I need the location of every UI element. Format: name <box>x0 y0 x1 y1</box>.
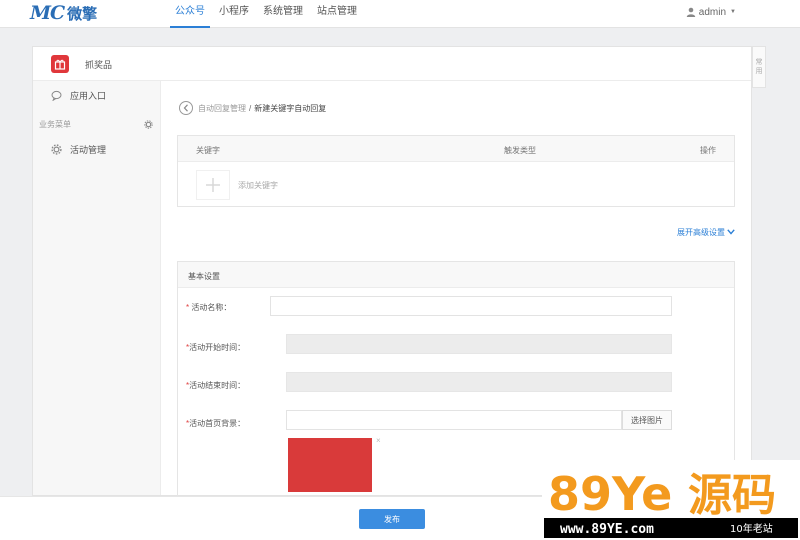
nav-site-management[interactable]: 站点管理 <box>312 0 362 28</box>
breadcrumb: 自动回复管理 / 新建关键字自动回复 <box>179 101 326 115</box>
sidebar-section-label: 业务菜单 <box>39 119 71 129</box>
app-icon <box>51 55 69 73</box>
watermark-logo: 89Ye 源码 www.89YE.com 10年老站 <box>542 460 800 540</box>
top-bar: MC 微擎 公众号 小程序 系统管理 站点管理 admin ▼ <box>0 0 800 28</box>
advanced-label: 展开高级设置 <box>677 227 725 237</box>
side-floating-tab[interactable]: 常用 <box>752 46 766 88</box>
start-time-label: *活动开始时间： <box>186 342 245 353</box>
start-time-input[interactable] <box>286 334 672 354</box>
basic-settings-title: 基本设置 <box>188 272 220 281</box>
end-time-label: *活动结束时间： <box>186 380 245 391</box>
keyword-table: 关键字 触发类型 操作 添加关键字 <box>177 135 735 207</box>
sidebar-item-activity-management[interactable]: 活动管理 <box>51 141 106 157</box>
breadcrumb-separator: / <box>249 103 252 113</box>
background-label: *活动首页背景： <box>186 418 245 429</box>
breadcrumb-current: 新建关键字自动回复 <box>254 103 327 113</box>
keyword-table-header: 关键字 触发类型 操作 <box>178 136 734 162</box>
publish-button[interactable]: 发布 <box>359 509 425 529</box>
chevron-left-icon <box>183 104 188 112</box>
background-label-text: 活动首页背景： <box>189 419 246 428</box>
main-panel: 抓奖品 应用入口 业务菜单 活动管理 自动回复管理 / 新建关键字自动回复 关键… <box>32 46 752 497</box>
start-time-label-text: 活动开始时间： <box>189 343 246 352</box>
required-mark: * <box>186 303 190 312</box>
user-menu[interactable]: admin ▼ <box>686 4 736 20</box>
remove-image-icon[interactable]: × <box>376 436 381 445</box>
logo[interactable]: MC 微擎 <box>30 2 97 24</box>
activity-name-input[interactable] <box>270 296 672 316</box>
app-header: 抓奖品 <box>33 47 751 81</box>
background-image-input[interactable] <box>286 410 622 430</box>
expand-advanced-settings[interactable]: 展开高级设置 <box>677 225 735 239</box>
add-keyword-button[interactable]: 添加关键字 <box>196 170 278 200</box>
back-button[interactable] <box>179 101 193 115</box>
add-keyword-label: 添加关键字 <box>238 180 278 190</box>
activity-name-label: * 活动名称： <box>186 302 231 313</box>
sidebar: 应用入口 业务菜单 活动管理 <box>33 81 161 495</box>
chat-bubble-icon <box>51 90 62 101</box>
watermark-slogan: 10年老站 <box>730 522 773 535</box>
watermark-url: www.89YE.com <box>560 522 654 537</box>
nav-system-management[interactable]: 系统管理 <box>258 0 308 28</box>
nav-official-account[interactable]: 公众号 <box>170 0 210 28</box>
sidebar-item-label: 活动管理 <box>70 144 107 155</box>
sidebar-section-business-menu: 业务菜单 <box>39 117 153 131</box>
gear-icon <box>51 143 62 155</box>
main-nav: 公众号 小程序 系统管理 站点管理 <box>170 0 366 28</box>
end-time-label-text: 活动结束时间： <box>189 381 246 390</box>
content-area: 自动回复管理 / 新建关键字自动回复 关键字 触发类型 操作 添加关键字 展开高… <box>161 81 751 497</box>
column-trigger-type: 触发类型 <box>504 146 536 155</box>
nav-mini-program[interactable]: 小程序 <box>214 0 254 28</box>
gift-icon <box>54 59 66 70</box>
sidebar-app-entry[interactable]: 应用入口 <box>51 87 106 103</box>
background-preview-image <box>288 438 372 492</box>
chevron-down-icon <box>727 229 735 235</box>
sidebar-app-entry-label: 应用入口 <box>70 90 107 101</box>
plus-box <box>196 170 230 200</box>
app-name: 抓奖品 <box>85 60 113 70</box>
basic-settings-header: 基本设置 <box>178 262 734 288</box>
watermark-brand-cn: 源码 <box>688 470 776 521</box>
user-icon <box>686 7 695 17</box>
watermark-brand-latin: 89Ye <box>548 467 672 521</box>
caret-down-icon: ▼ <box>730 9 736 15</box>
end-time-input[interactable] <box>286 372 672 392</box>
settings-gear-icon[interactable] <box>144 119 153 129</box>
column-keyword: 关键字 <box>196 146 220 155</box>
plus-icon <box>206 178 220 192</box>
username: admin <box>698 6 727 18</box>
select-image-button[interactable]: 选择图片 <box>622 410 672 430</box>
activity-name-label-text: 活动名称： <box>191 303 232 312</box>
column-actions: 操作 <box>700 146 716 155</box>
logo-mark: MC <box>30 2 65 24</box>
logo-text: 微擎 <box>67 4 98 23</box>
breadcrumb-parent[interactable]: 自动回复管理 <box>198 103 246 114</box>
